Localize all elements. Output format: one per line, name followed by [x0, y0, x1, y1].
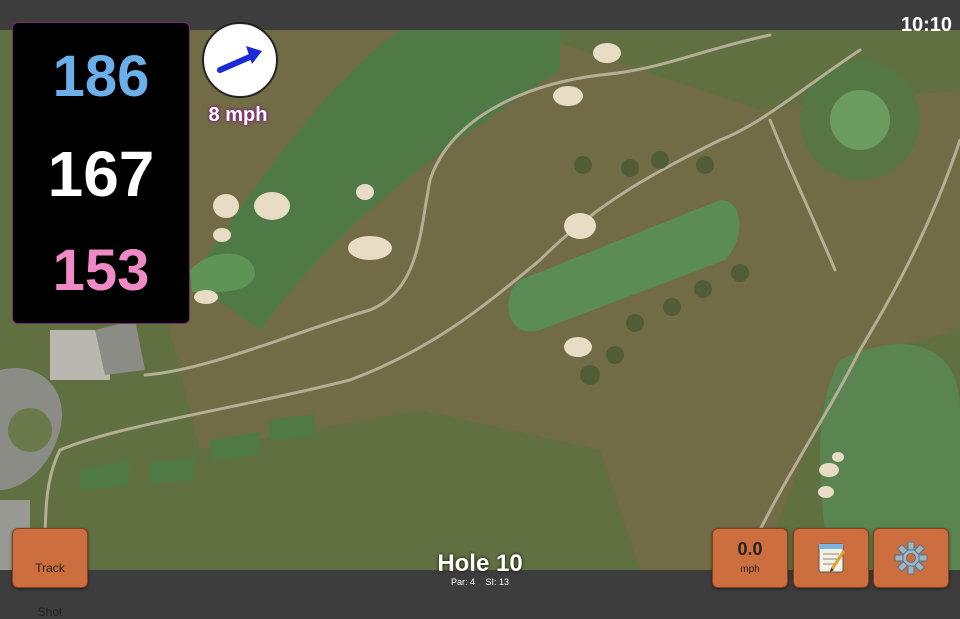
status-clock: 10:10: [900, 14, 952, 36]
settings-button[interactable]: [873, 528, 949, 588]
yardage-front: 153: [52, 238, 150, 303]
gear-icon: [894, 541, 928, 575]
track-shot-label-line1: Track: [35, 561, 65, 575]
wind-speed-label: 8 mph: [208, 104, 268, 126]
yardage-back: 186: [52, 44, 150, 109]
notes-button[interactable]: [793, 528, 869, 588]
yardage-panel: 186 167 153: [12, 22, 190, 324]
hole-par: Par: 4: [450, 577, 475, 587]
notepad-icon: [818, 543, 846, 573]
track-shot-button[interactable]: Track Shot: [12, 528, 88, 619]
speed-value: 0.0: [737, 539, 763, 559]
track-shot-label-line2: Shot: [37, 605, 63, 619]
speed-button[interactable]: 0.0 mph: [712, 528, 788, 588]
wind-direction-dial: [202, 22, 278, 98]
hole-stroke-index: SI: 13: [485, 577, 510, 587]
speed-unit: mph: [740, 564, 760, 575]
hole-meta: Par: 4 SI: 13: [380, 577, 580, 587]
wind-arrow-icon: [217, 46, 262, 73]
hole-title: Hole 10: [437, 550, 523, 577]
yardage-center: 167: [47, 138, 155, 210]
